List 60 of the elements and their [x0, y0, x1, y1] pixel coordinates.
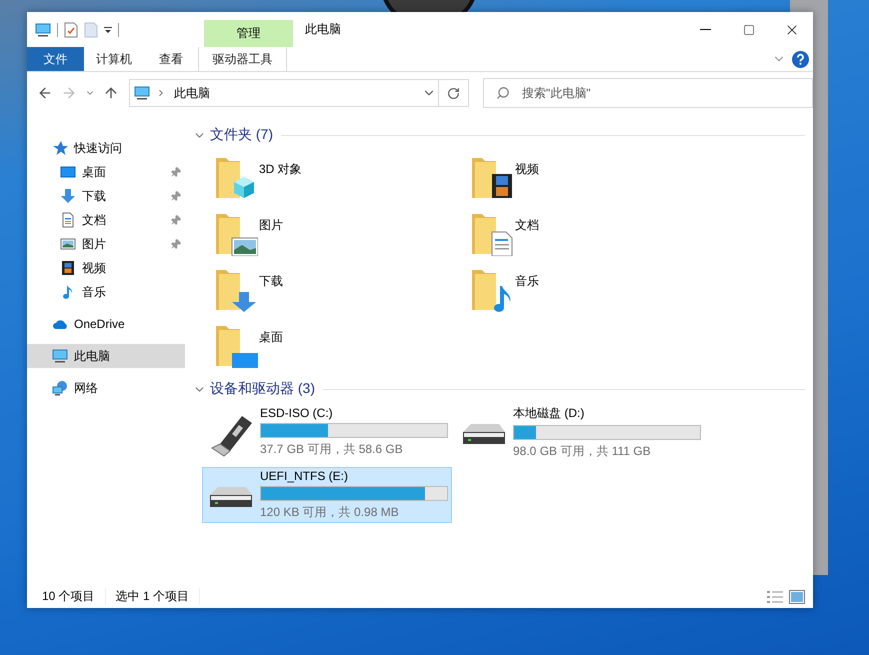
nav-icon: [60, 188, 76, 204]
nav-icon: [52, 380, 68, 396]
search-field[interactable]: 搜索"此电脑": [483, 78, 813, 108]
drive-tile[interactable]: UEFI_NTFS (E:) 120 KB 可用，共 0.98 MB: [202, 467, 452, 523]
drive-space: 98.0 GB 可用，共 111 GB: [513, 442, 652, 460]
section-header[interactable]: 文件夹 (7): [210, 126, 273, 144]
folder-tile[interactable]: 音乐: [466, 262, 586, 314]
sidebar-item[interactable]: 下载: [27, 184, 185, 208]
folder-tile[interactable]: 桌面: [210, 318, 330, 370]
drive-name: UEFI_NTFS (E:): [260, 469, 350, 483]
minimize-icon: [700, 29, 711, 30]
refresh-icon: [447, 86, 460, 100]
folder-tile[interactable]: 下载: [210, 262, 330, 314]
drive-name: 本地磁盘 (D:): [513, 404, 586, 422]
search-icon: [496, 86, 510, 100]
nav-icon: [52, 348, 68, 364]
star-icon: [52, 140, 68, 156]
folder-tile[interactable]: 3D 对象: [210, 150, 330, 202]
item-count: 10 个项目: [42, 588, 106, 605]
refresh-button[interactable]: [439, 79, 469, 107]
ribbon-tab[interactable]: 文件: [27, 47, 84, 71]
folder-tile[interactable]: 视频: [466, 150, 586, 202]
drive-space: 37.7 GB 可用，共 58.6 GB: [260, 441, 404, 458]
ribbon-tab[interactable]: 驱动器工具: [198, 47, 287, 71]
help-icon[interactable]: [792, 50, 809, 68]
sidebar-item[interactable]: 图片: [27, 232, 185, 256]
details-view-button[interactable]: [767, 590, 783, 604]
sidebar-item[interactable]: 快速访问: [27, 136, 185, 160]
sidebar-item[interactable]: 视频: [27, 256, 185, 280]
context-tab-header: 管理: [204, 20, 293, 47]
list-icon: [767, 590, 783, 604]
computer-icon[interactable]: [35, 22, 51, 38]
nav-icon: [60, 164, 76, 180]
breadcrumb[interactable]: 此电脑: [172, 84, 414, 102]
forward-arrow-icon: [61, 85, 77, 101]
picture-icon: [789, 590, 805, 604]
properties-icon[interactable]: [64, 22, 78, 38]
maximize-icon: [742, 24, 754, 36]
drive-tile[interactable]: ESD-ISO (C:) 37.7 GB 可用，共 58.6 GB: [202, 404, 452, 460]
window-title: 此电脑: [305, 21, 342, 38]
nav-icon: [60, 260, 76, 276]
sidebar-item[interactable]: 文档: [27, 208, 185, 232]
folder-tile[interactable]: 文档: [466, 206, 586, 258]
large-icons-view-button[interactable]: [789, 590, 805, 604]
drive-name: ESD-ISO (C:): [260, 406, 334, 420]
dropdown-icon[interactable]: [104, 26, 112, 34]
nav-icon: [60, 212, 76, 228]
selection-count: 选中 1 个项目: [116, 588, 200, 605]
folder-tile[interactable]: 图片: [210, 206, 330, 258]
sidebar-item[interactable]: 网络: [27, 376, 185, 400]
drive-tile[interactable]: 本地磁盘 (D:) 98.0 GB 可用，共 111 GB: [455, 404, 705, 460]
nav-icon: [60, 236, 76, 252]
sidebar-item[interactable]: OneDrive: [27, 312, 185, 336]
drive-space: 120 KB 可用，共 0.98 MB: [260, 504, 400, 521]
sidebar-item[interactable]: 此电脑: [27, 344, 185, 368]
sidebar-item[interactable]: 音乐: [27, 280, 185, 304]
section-header[interactable]: 设备和驱动器 (3): [210, 380, 315, 398]
address-bar[interactable]: 此电脑: [129, 79, 439, 107]
sidebar-item[interactable]: 桌面: [27, 160, 185, 184]
computer-icon: [134, 85, 150, 101]
